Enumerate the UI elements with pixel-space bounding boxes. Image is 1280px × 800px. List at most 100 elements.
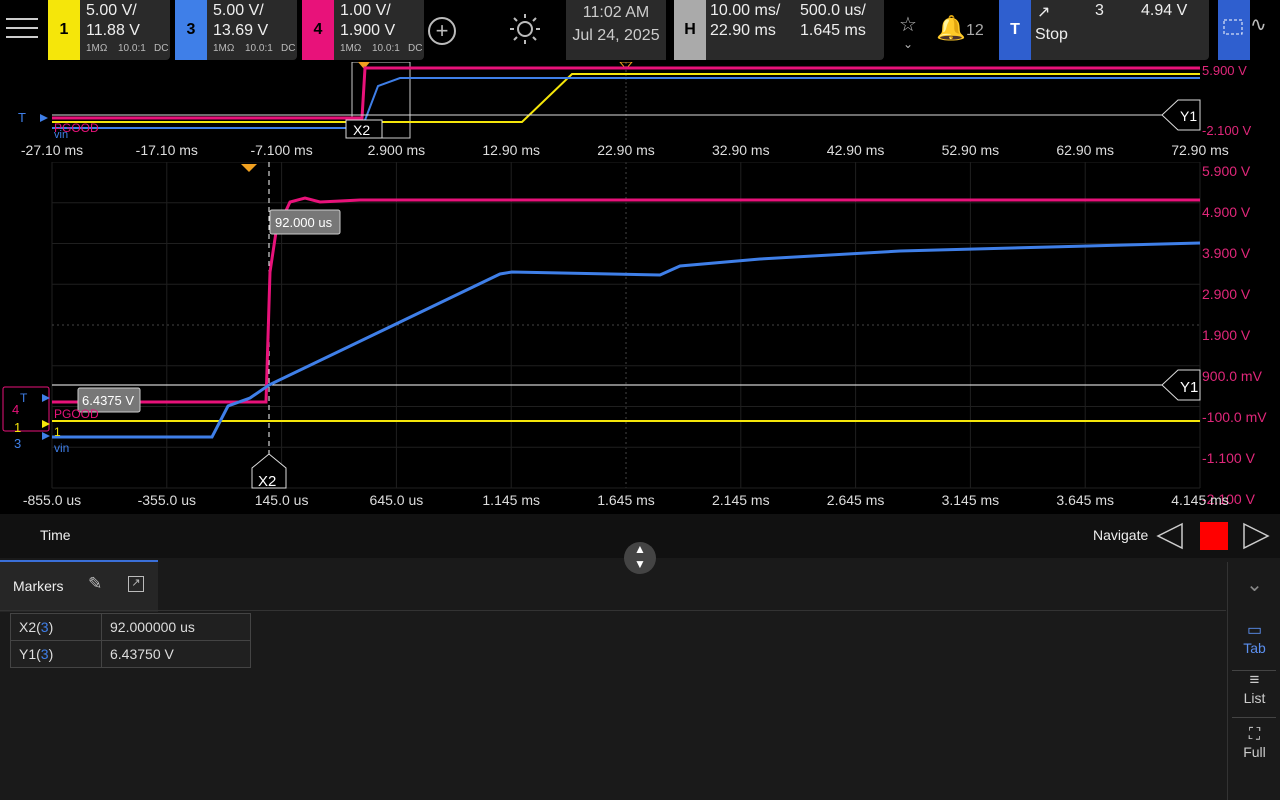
fullscreen-icon: ⛶ — [1248, 726, 1261, 743]
clock-block: 11:02 AM Jul 24, 2025 — [566, 0, 666, 60]
overview-right-label-top: 5.900 V — [1202, 63, 1247, 78]
zoom-x-tick: -355.0 us — [138, 492, 196, 508]
overview-x-tick: 2.900 ms — [368, 142, 426, 158]
channel-1-scale: 5.00 V/ — [86, 2, 137, 19]
svg-text:92.000 us: 92.000 us — [275, 215, 333, 230]
svg-text:3: 3 — [14, 436, 21, 451]
overview-trigger-label: T — [18, 110, 26, 125]
overview-x-tick: 52.90 ms — [942, 142, 1000, 158]
bell-icon: 🔔 — [936, 15, 966, 42]
overview-x-tick: -27.10 ms — [21, 142, 83, 158]
popout-icon[interactable]: ↗ — [128, 576, 144, 592]
horizontal-delay: 22.90 ms — [710, 22, 776, 39]
channel-4-coupling: DC — [408, 43, 423, 54]
horizontal-scale: 10.00 ms/ — [710, 2, 781, 19]
time-label[interactable]: Time — [40, 527, 71, 543]
navigate-forward-button[interactable] — [1240, 520, 1272, 557]
svg-text:1: 1 — [54, 425, 61, 439]
x-readout-box: 92.000 us — [269, 209, 341, 235]
zoom-waveform-area[interactable]: 92.000 us 6.4375 V X2 Y1 T 4 1 3 PGOOD 1… — [0, 162, 1280, 514]
horizontal-label: H — [674, 0, 706, 60]
collapse-panel-icon[interactable]: ⌄ — [1228, 572, 1280, 597]
svg-text:4: 4 — [12, 402, 19, 417]
overview-x2-marker[interactable]: X2 — [345, 119, 383, 139]
zoom-y-label: 2.900 V — [1202, 286, 1251, 302]
overview-x-tick: -17.10 ms — [136, 142, 198, 158]
zoom-x-tick: 1.145 ms — [482, 492, 540, 508]
notifications-block[interactable]: 🔔 12 — [936, 14, 992, 48]
channel-1-coupling: DC — [154, 43, 169, 54]
zoom-y-label: 4.900 V — [1202, 204, 1251, 220]
channel-3-probe: 10.0:1 — [245, 43, 273, 54]
zoom-select-button[interactable] — [1218, 0, 1250, 60]
zoom-y-label: 5.900 V — [1202, 163, 1251, 179]
brightness-icon[interactable] — [508, 12, 542, 46]
overview-x-tick: 22.90 ms — [597, 142, 655, 158]
full-view-button[interactable]: ⛶ Full — [1228, 726, 1280, 760]
table-row[interactable]: Y1(3) 6.43750 V — [10, 640, 251, 668]
channel-3-scale: 5.00 V/ — [213, 2, 264, 19]
zoom-scale: 500.0 us/ — [800, 2, 866, 19]
channel-4-impedance: 1MΩ — [340, 43, 362, 54]
top-bar: 1 5.00 V/ 11.88 V 1MΩ 10.0:1 DC 3 5.00 V… — [0, 0, 1280, 62]
channel-4-probe: 10.0:1 — [372, 43, 400, 54]
zoom-x-tick: 2.645 ms — [827, 492, 885, 508]
results-panel — [0, 558, 1280, 800]
overview-waveform-area[interactable]: T PGOOD vin X2 Y1 5.900 V -2.100 V -27.1… — [0, 62, 1280, 162]
svg-text:6.4375 V: 6.4375 V — [82, 393, 134, 408]
markers-table: X2(3) 92.000000 us Y1(3) 6.43750 V — [10, 613, 251, 668]
panel-sidebar: ⌄ ▭ Tab ≡ List ⛶ Full — [1227, 562, 1280, 800]
trigger-channel: 3 — [1095, 2, 1104, 19]
channel-4-block[interactable]: 4 1.00 V/ 1.900 V 1MΩ 10.0:1 DC — [302, 0, 424, 60]
svg-text:Y1: Y1 — [1180, 108, 1197, 124]
zoom-y-label: -1.100 V — [1202, 450, 1256, 466]
panel-resize-handle[interactable]: ▲ ▼ — [624, 542, 656, 574]
overview-x-tick: 72.90 ms — [1171, 142, 1229, 158]
list-view-button[interactable]: ≡ List — [1228, 670, 1280, 706]
channel-1-number: 1 — [48, 0, 80, 60]
navigate-back-button[interactable] — [1154, 520, 1186, 557]
zoom-x-tick: 1.645 ms — [597, 492, 655, 508]
svg-text:PGOOD: PGOOD — [54, 407, 99, 421]
channel-3-offset: 13.69 V — [213, 22, 269, 39]
overview-x-tick: 62.90 ms — [1056, 142, 1114, 158]
clock-date: Jul 24, 2025 — [572, 27, 660, 44]
measure-icon[interactable]: ∿ — [1250, 12, 1280, 46]
markers-tab-label: Markers — [13, 578, 64, 594]
zoom-x-tick: 3.145 ms — [942, 492, 1000, 508]
navigate-stop-button[interactable] — [1200, 522, 1228, 550]
channel-3-block[interactable]: 3 5.00 V/ 13.69 V 1MΩ 10.0:1 DC — [175, 0, 297, 60]
zoom-x-tick: -855.0 us — [23, 492, 81, 508]
channel-4-offset: 1.900 V — [340, 22, 396, 39]
svg-text:X2: X2 — [258, 473, 276, 490]
zoom-y-label: -100.0 mV — [1202, 409, 1267, 425]
add-channel-icon[interactable]: + — [428, 17, 456, 45]
channel-3-number: 3 — [175, 0, 207, 60]
channel-1-probe: 10.0:1 — [118, 43, 146, 54]
table-row[interactable]: X2(3) 92.000000 us — [10, 613, 251, 641]
overview-x-tick: 12.90 ms — [482, 142, 540, 158]
zoom-x-tick: 2.145 ms — [712, 492, 770, 508]
svg-text:X2: X2 — [353, 122, 370, 138]
channel-1-block[interactable]: 1 5.00 V/ 11.88 V 1MΩ 10.0:1 DC — [48, 0, 170, 60]
zoom-x-tick: 4.145 ms — [1171, 492, 1229, 508]
trigger-block[interactable]: T ↗ 3 4.94 V Stop — [999, 0, 1209, 60]
edit-icon[interactable]: ✎ — [88, 574, 102, 594]
channel-3-coupling: DC — [281, 43, 296, 54]
svg-text:vin: vin — [54, 441, 69, 455]
notification-count: 12 — [966, 22, 984, 39]
zoom-x-tick: 645.0 us — [370, 492, 424, 508]
tab-view-button[interactable]: ▭ Tab — [1228, 620, 1280, 656]
zoom-x-tick: 3.645 ms — [1056, 492, 1114, 508]
horizontal-block[interactable]: H 10.00 ms/ 22.90 ms 500.0 us/ 1.645 ms — [674, 0, 884, 60]
clock-time: 11:02 AM — [582, 4, 650, 21]
favorites-icon[interactable]: ☆ ⌄ — [892, 12, 924, 56]
svg-text:1: 1 — [14, 420, 21, 435]
channel-4-scale: 1.00 V/ — [340, 2, 391, 19]
channel-3-impedance: 1MΩ — [213, 43, 235, 54]
navigate-label: Navigate — [1093, 527, 1149, 543]
menu-button[interactable] — [6, 14, 38, 42]
overview-x-tick: 32.90 ms — [712, 142, 770, 158]
tab-view-icon: ▭ — [1246, 622, 1263, 639]
markers-tab[interactable]: Markers ✎ ↗ — [0, 560, 158, 612]
